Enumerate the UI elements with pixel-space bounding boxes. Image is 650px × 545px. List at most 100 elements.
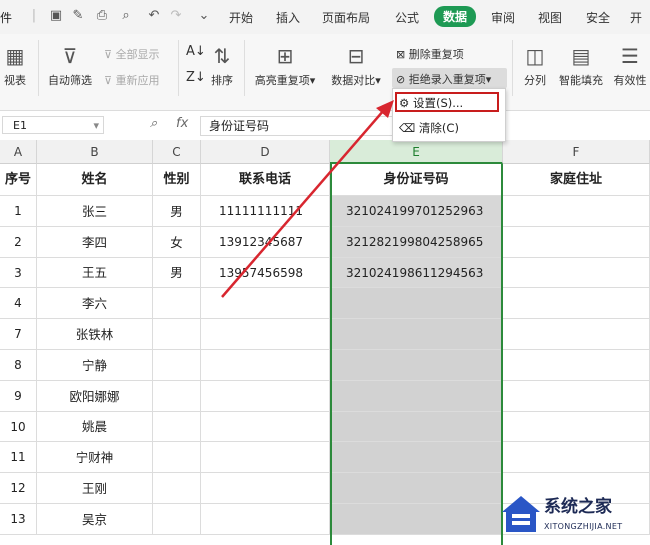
table-cell[interactable]: 宁财神	[37, 442, 153, 473]
table-cell[interactable]: 李六	[37, 288, 153, 319]
table-cell[interactable]: 1	[0, 196, 37, 227]
table-cell[interactable]: 男	[153, 196, 201, 227]
header-cell-col-c[interactable]: 性别	[153, 164, 201, 196]
table-cell[interactable]: 王刚	[37, 473, 153, 504]
table-cell[interactable]	[503, 319, 650, 350]
data-compare-button[interactable]: ⊟ 数据对比▾	[326, 44, 386, 88]
highlight-duplicates-button[interactable]: ⊞ 高亮重复项▾	[250, 44, 320, 88]
table-cell[interactable]	[201, 381, 330, 412]
table-cell[interactable]	[503, 258, 650, 288]
format-painter-icon[interactable]: ✎	[70, 8, 86, 24]
table-cell[interactable]: 11111111111	[201, 196, 330, 227]
sort-ascending-icon[interactable]: A↓	[186, 44, 206, 59]
table-cell[interactable]: 李四	[37, 227, 153, 258]
table-cell[interactable]: 12	[0, 473, 37, 504]
header-cell-col-d[interactable]: 联系电话	[201, 164, 330, 196]
smart-fill-button[interactable]: ▤ 智能填充	[556, 44, 606, 88]
table-cell[interactable]	[201, 350, 330, 381]
save-icon[interactable]: ▣	[48, 8, 64, 24]
chevron-down-icon[interactable]: ▾	[93, 117, 99, 135]
header-cell-col-b[interactable]: 姓名	[37, 164, 153, 196]
table-cell[interactable]: 女	[153, 227, 201, 258]
table-cell[interactable]: 张铁林	[37, 319, 153, 350]
header-cell-col-e[interactable]: 身份证号码	[330, 164, 503, 196]
table-cell[interactable]	[503, 381, 650, 412]
table-cell[interactable]	[330, 350, 503, 381]
table-cell[interactable]	[330, 319, 503, 350]
tab-data[interactable]: 数据	[434, 6, 477, 27]
table-cell[interactable]: 欧阳娜娜	[37, 381, 153, 412]
zoom-icon[interactable]: ⌕	[150, 116, 157, 131]
table-cell[interactable]	[330, 504, 503, 535]
redo-icon[interactable]: ↷	[168, 8, 184, 24]
reject-duplicates-label-row[interactable]: ⊘ 拒绝录入重复项▾	[396, 71, 491, 87]
menu-item-settings[interactable]: ⚙ 设置(S)...	[399, 95, 463, 111]
table-cell[interactable]	[201, 442, 330, 473]
table-cell[interactable]: 7	[0, 319, 37, 350]
table-cell[interactable]: 8	[0, 350, 37, 381]
menu-item-clear[interactable]: ⌫ 清除(C)	[399, 120, 459, 136]
table-cell[interactable]: 13	[0, 504, 37, 535]
table-cell[interactable]	[503, 350, 650, 381]
table-cell[interactable]	[153, 504, 201, 535]
table-cell[interactable]: 姚晨	[37, 412, 153, 442]
table-cell[interactable]: 男	[153, 258, 201, 288]
table-cell[interactable]	[153, 412, 201, 442]
column-header-c[interactable]: C	[153, 140, 201, 164]
chevron-down-icon[interactable]: ⌄	[196, 8, 212, 24]
column-header-e[interactable]: E	[330, 140, 503, 164]
table-cell[interactable]: 321024198611294563	[330, 258, 503, 288]
table-cell[interactable]: 宁静	[37, 350, 153, 381]
table-cell[interactable]: 张三	[37, 196, 153, 227]
table-cell[interactable]	[153, 319, 201, 350]
column-header-f[interactable]: F	[503, 140, 650, 164]
auto-filter-button[interactable]: ⊽ 自动筛选	[44, 44, 96, 88]
pivot-table-button[interactable]: ▦ 视表	[0, 44, 30, 88]
validity-button[interactable]: ☰ 有效性	[610, 44, 650, 88]
table-cell[interactable]	[201, 412, 330, 442]
column-header-d[interactable]: D	[201, 140, 330, 164]
show-all-button[interactable]: ⊽ 全部显示	[104, 46, 160, 62]
table-cell[interactable]	[153, 473, 201, 504]
tab-developer[interactable]: 开	[630, 9, 642, 26]
table-cell[interactable]: 13957456598	[201, 258, 330, 288]
table-cell[interactable]	[503, 227, 650, 258]
table-cell[interactable]	[330, 381, 503, 412]
column-header-a[interactable]: A	[0, 140, 37, 164]
header-cell-col-f[interactable]: 家庭住址	[503, 164, 650, 196]
table-cell[interactable]: 321282199804258965	[330, 227, 503, 258]
table-cell[interactable]	[201, 319, 330, 350]
table-cell[interactable]	[330, 288, 503, 319]
table-cell[interactable]: 4	[0, 288, 37, 319]
table-cell[interactable]: 321024199701252963	[330, 196, 503, 227]
tab-home[interactable]: 开始	[229, 9, 253, 26]
sort-descending-icon[interactable]: Z↓	[186, 70, 206, 85]
tab-formulas[interactable]: 公式	[395, 9, 419, 26]
fx-icon[interactable]: fx	[176, 116, 188, 131]
table-cell[interactable]: 11	[0, 442, 37, 473]
table-cell[interactable]: 王五	[37, 258, 153, 288]
tab-view[interactable]: 视图	[538, 9, 562, 26]
print-icon[interactable]: ⎙	[94, 8, 110, 24]
table-cell[interactable]	[503, 412, 650, 442]
tab-security[interactable]: 安全	[586, 9, 610, 26]
table-cell[interactable]: 3	[0, 258, 37, 288]
table-cell[interactable]	[153, 381, 201, 412]
print-preview-icon[interactable]: ⌕	[118, 8, 134, 24]
header-cell-col-a[interactable]: 序号	[0, 164, 37, 196]
tab-review[interactable]: 审阅	[491, 9, 515, 26]
table-cell[interactable]	[153, 442, 201, 473]
table-cell[interactable]	[201, 504, 330, 535]
table-cell[interactable]	[503, 196, 650, 227]
table-cell[interactable]: 10	[0, 412, 37, 442]
reapply-button[interactable]: ⊽ 重新应用	[104, 72, 160, 88]
tab-page-layout[interactable]: 页面布局	[322, 9, 370, 26]
name-box[interactable]: E1 ▾	[2, 116, 104, 134]
delete-duplicates-button[interactable]: ⊠ 删除重复项	[396, 46, 464, 62]
tab-insert[interactable]: 插入	[276, 9, 300, 26]
table-cell[interactable]: 9	[0, 381, 37, 412]
table-cell[interactable]	[201, 288, 330, 319]
table-cell[interactable]	[330, 442, 503, 473]
table-cell[interactable]	[330, 412, 503, 442]
table-cell[interactable]	[201, 473, 330, 504]
